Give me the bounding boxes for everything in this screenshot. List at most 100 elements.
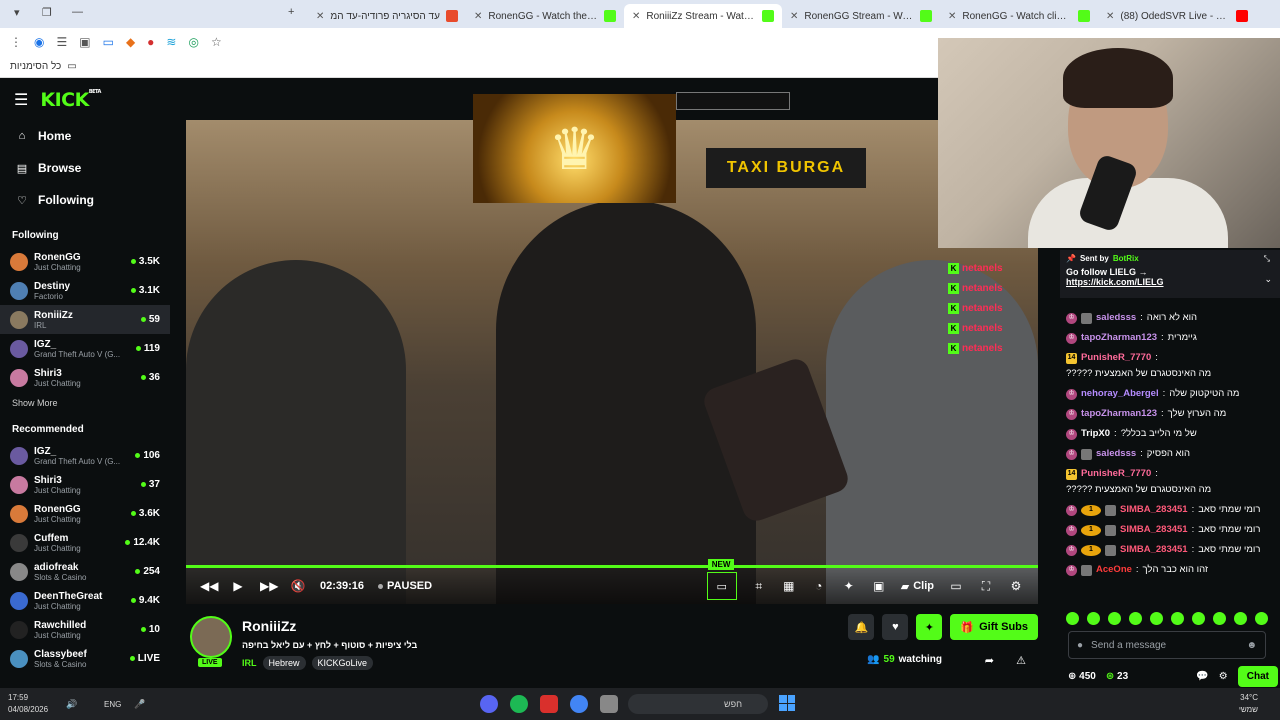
fullscreen-icon[interactable]: ⛶	[978, 579, 994, 594]
channel-item[interactable]: Destiny Factorio 3.1K	[0, 276, 170, 305]
windows-start-icon[interactable]	[779, 695, 795, 711]
nav-item-home[interactable]: ⌂ Home	[0, 120, 170, 152]
chat-username[interactable]: SIMBA_283451	[1120, 504, 1188, 516]
discord-icon[interactable]	[480, 695, 498, 713]
browser-tab[interactable]: ✕ (88) OdedSVR Live - YouTube	[1098, 4, 1256, 28]
chat-settings-icon[interactable]: ⚙	[1219, 671, 1228, 682]
chat-username[interactable]: saledsss	[1096, 448, 1136, 460]
clip-button[interactable]: ▰ Clip	[901, 580, 934, 593]
chat-username[interactable]: SIMBA_283451	[1120, 524, 1188, 536]
bookmark-star-icon[interactable]: ☆	[211, 35, 222, 49]
emote-icon[interactable]	[1066, 612, 1079, 625]
explorer-icon[interactable]	[600, 695, 618, 713]
points-counter[interactable]: ⊕ 450	[1068, 671, 1096, 682]
emote-icon[interactable]	[1108, 612, 1121, 625]
extension-icon[interactable]: ≋	[166, 35, 176, 49]
pinned-link[interactable]: https://kick.com/LIELG	[1066, 277, 1274, 287]
extension-icon[interactable]: ▭	[103, 35, 114, 49]
tab-close-icon[interactable]: ✕	[316, 11, 324, 22]
chat-username[interactable]: PunisheR_7770	[1081, 468, 1151, 480]
nav-item-following[interactable]: ♡ Following	[0, 184, 170, 216]
app-icon[interactable]	[540, 695, 558, 713]
pip-icon[interactable]: ▣	[871, 579, 887, 593]
language-indicator[interactable]: ENG	[104, 700, 121, 709]
chat-username[interactable]: TripX0	[1081, 428, 1110, 440]
follow-heart-button[interactable]: ♥	[882, 614, 909, 640]
emote-icon[interactable]	[1129, 612, 1142, 625]
extension-icon[interactable]: ☰	[56, 35, 67, 49]
mic-icon[interactable]: 🎤	[134, 699, 145, 710]
chat-input[interactable]: ● Send a message ☻	[1068, 631, 1266, 659]
gift-subs-button[interactable]: 🎁 Gift Subs	[950, 614, 1038, 640]
window-menu-icon[interactable]: ▾	[14, 6, 20, 19]
channel-item[interactable]: IGZ_ Grand Theft Auto V (G... 106	[0, 441, 170, 470]
channel-item[interactable]: RoniiiZz IRL 59	[0, 305, 170, 334]
emote-icon[interactable]	[1213, 612, 1226, 625]
emote-icon[interactable]	[1087, 612, 1100, 625]
browser-tab[interactable]: ✕ RonenGG - Watch clips on Kick	[940, 4, 1098, 28]
channel-item[interactable]: Classybeef Slots & Casino LIVE	[0, 644, 170, 673]
channel-item[interactable]: IGZ_ Grand Theft Auto V (G... 119	[0, 334, 170, 363]
browser-tab[interactable]: ✕ RoniiiZz Stream - Watch Live o	[624, 4, 782, 28]
streamer-name[interactable]: RoniiiZz	[242, 618, 296, 634]
theatre-camera-button[interactable]: NEW ▭	[706, 559, 737, 600]
channel-item[interactable]: RonenGG Just Chatting 3.5K	[0, 247, 170, 276]
spotify-icon[interactable]	[510, 695, 528, 713]
chat-send-button[interactable]: Chat	[1237, 665, 1278, 687]
tab-close-icon[interactable]: ✕	[632, 11, 640, 22]
crop-icon[interactable]: ⌗	[751, 579, 767, 594]
kicks-counter[interactable]: ⊛ 23	[1106, 671, 1128, 682]
unpin-icon[interactable]: ⤡	[1264, 254, 1270, 264]
mute-icon[interactable]: 🔇	[290, 579, 306, 593]
stats-icon[interactable]: ▦	[781, 579, 797, 593]
forward-icon[interactable]: ▶▶	[260, 579, 278, 593]
chrome-icon[interactable]	[570, 695, 588, 713]
emote-icon[interactable]	[1171, 612, 1184, 625]
subscribe-button[interactable]: ✦	[916, 614, 943, 640]
more-icon[interactable]: ⋮	[10, 35, 22, 49]
theatre-mode-icon[interactable]: ▭	[948, 579, 964, 593]
bot-name[interactable]: BotRix	[1113, 254, 1139, 263]
category-link[interactable]: IRL	[242, 658, 257, 668]
taskbar-clock[interactable]: 17:59 04/08/2026	[8, 692, 48, 716]
extension-icon[interactable]: ◉	[34, 35, 44, 49]
kick-logo[interactable]: KICKBETA	[40, 89, 101, 111]
share-icon[interactable]: ➦	[985, 654, 994, 667]
chat-username[interactable]: saledsss	[1096, 312, 1136, 324]
emote-icon[interactable]	[1234, 612, 1247, 625]
browser-tab[interactable]: ✕ RonenGG Stream - Watch Live	[782, 4, 940, 28]
channel-item[interactable]: Shiri3 Just Chatting 37	[0, 470, 170, 499]
chat-username[interactable]: tapoZharman123	[1081, 408, 1157, 420]
show-more-link[interactable]: Show More	[0, 392, 170, 410]
chat-username[interactable]: AceOne	[1096, 564, 1132, 576]
report-icon[interactable]: ⚠	[1016, 654, 1026, 667]
rewind-icon[interactable]: ◀◀	[200, 579, 218, 593]
tab-close-icon[interactable]: ✕	[948, 11, 956, 22]
restore-icon[interactable]: ❐	[42, 6, 52, 19]
volume-icon[interactable]: 🔊	[66, 699, 77, 710]
channel-item[interactable]: adiofreak Slots & Casino 254	[0, 557, 170, 586]
channel-item[interactable]: Rawchilled Just Chatting 10	[0, 615, 170, 644]
chat-username[interactable]: nehoray_Abergel	[1081, 388, 1159, 400]
extension-icon[interactable]: ▣	[79, 35, 90, 49]
chat-username[interactable]: SIMBA_283451	[1120, 544, 1188, 556]
channel-item[interactable]: Cuffem Just Chatting 12.4K	[0, 528, 170, 557]
play-icon[interactable]: ▶	[230, 579, 246, 593]
tab-close-icon[interactable]: ✕	[1106, 11, 1114, 22]
tag-language[interactable]: Hebrew	[262, 656, 306, 670]
extension-icon[interactable]: ◎	[188, 35, 198, 49]
streamer-avatar[interactable]	[190, 616, 232, 658]
minimize-icon[interactable]: —	[72, 6, 83, 18]
emote-icon[interactable]	[1150, 612, 1163, 625]
speed-icon[interactable]: ◔	[811, 579, 827, 593]
channel-item[interactable]: RonenGG Just Chatting 3.6K	[0, 499, 170, 528]
chat-username[interactable]: tapoZharman123	[1081, 332, 1157, 344]
channel-item[interactable]: Shiri3 Just Chatting 36	[0, 363, 170, 392]
settings-gear-icon[interactable]: ⚙	[1008, 579, 1024, 593]
tag-kickgolive[interactable]: KICKGoLive	[311, 656, 374, 670]
emote-icon[interactable]	[1192, 612, 1205, 625]
chat-username[interactable]: PunisheR_7770	[1081, 352, 1151, 364]
hamburger-menu-icon[interactable]: ☰	[14, 90, 28, 110]
tab-close-icon[interactable]: ✕	[790, 11, 798, 22]
sparkle-icon[interactable]: ✦	[841, 579, 857, 593]
